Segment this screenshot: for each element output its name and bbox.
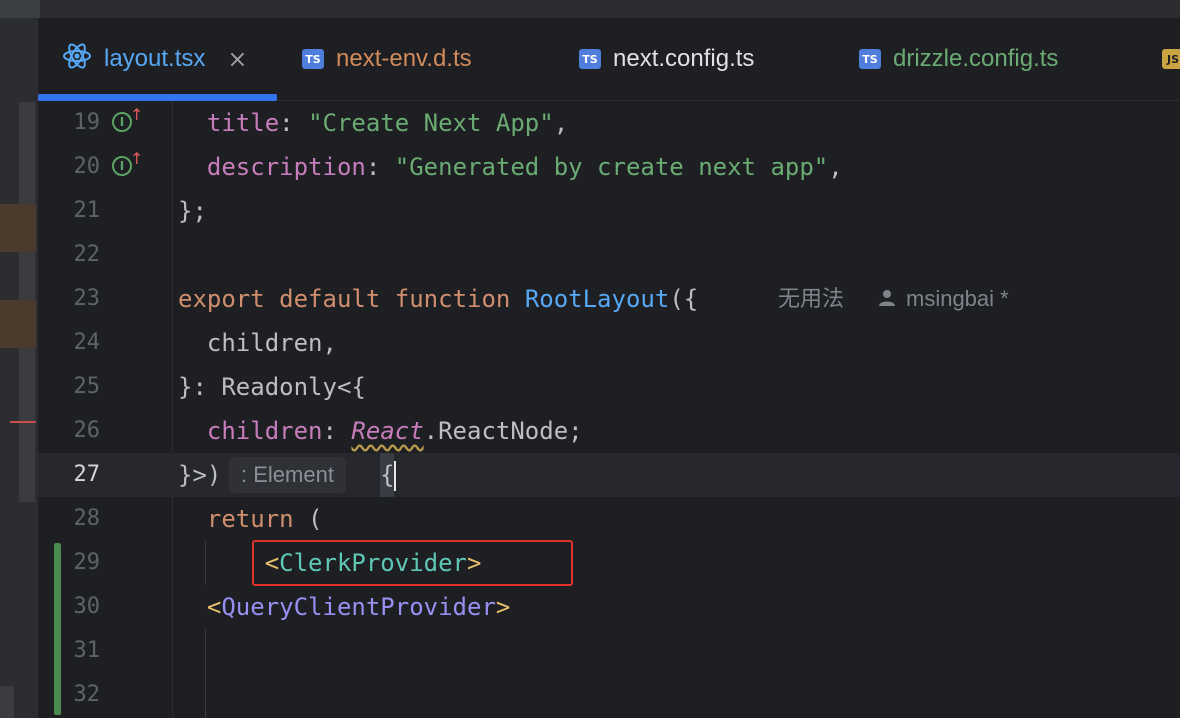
line-number: 23 [73,286,101,311]
code-text: title: "Create Next App", [206,109,569,137]
ts-file-icon: TS [302,49,324,69]
code-line-30: 30 <QueryClientProvider> [38,585,1180,629]
tab-next-config[interactable]: TS next.config.ts [579,18,754,100]
tab-label: next.config.ts [613,45,755,72]
code-line-27: 27 }>) : Element { [38,453,1180,497]
code-text: children, [206,329,337,357]
line-number: 26 [73,418,101,443]
code-line-21: 21 }; [38,189,1180,233]
code-line-26: 26 children: React.ReactNode; [38,409,1180,453]
line-number: 24 [73,330,101,355]
tab-label: next-env.d.ts [336,45,472,72]
code-text: }; [178,197,207,225]
line-number: 25 [73,374,101,399]
tab-label: drizzle.config.ts [893,45,1059,72]
line-number: 21 [73,198,101,223]
type-hint[interactable]: : Element [229,457,346,493]
author-name: msingbai * [906,286,1009,311]
tab-drizzle-config[interactable]: TS drizzle.config.ts [859,18,1058,100]
code-line-31: 31 [38,629,1180,673]
code-text: return ( [206,505,323,533]
code-text: { [380,453,397,497]
error-marker [10,421,36,423]
code-text: description: "Generated by create next a… [206,153,843,181]
left-tool-strip [0,18,38,718]
editor-tab-bar: layout.tsx × TS next-env.d.ts TS next.co… [38,18,1180,101]
code-editor[interactable]: 19 I ↑ title: "Create Next App", 20 I ↑ … [38,101,1180,718]
code-line-24: 24 children, [38,321,1180,365]
arrow-up-icon: ↑ [130,105,144,124]
window-top-strip [0,0,1180,18]
code-line-22: 22 [38,233,1180,277]
ts-file-icon: TS [579,49,601,69]
line-number: 29 [73,550,101,575]
line-number: 27 [73,462,101,487]
close-icon[interactable]: × [227,45,247,73]
scroll-thumb[interactable] [0,686,14,718]
arrow-up-icon: ↑ [130,149,144,168]
code-text: children: React.ReactNode; [206,417,583,445]
implements-icon[interactable]: I [112,156,132,176]
code-line-23: 23 export default function RootLayout({ … [38,277,1180,321]
code-text: <QueryClientProvider> [206,593,511,621]
code-line-25: 25 }: Readonly<{ [38,365,1180,409]
code-line-20: 20 I ↑ description: "Generated by create… [38,145,1180,189]
line-number: 30 [73,594,101,619]
tab-next-env[interactable]: TS next-env.d.ts [302,18,472,100]
js-file-icon: JS [1162,49,1180,69]
line-number: 28 [73,506,101,531]
ts-file-icon: TS [859,49,881,69]
tab-label: layout.tsx [104,45,206,72]
line-number: 31 [73,638,101,663]
text-caret [394,461,397,491]
person-icon [878,278,896,322]
marker-band [0,300,36,348]
implements-icon[interactable]: I [112,112,132,132]
code-line-28: 28 return ( [38,497,1180,541]
tab-layout-tsx[interactable]: layout.tsx × [62,18,248,100]
line-number: 32 [73,682,101,707]
code-line-19: 19 I ↑ title: "Create Next App", [38,101,1180,145]
tab-js-file[interactable]: JS [1162,18,1180,100]
code-text: export default function RootLayout({ [178,285,699,313]
code-text: }: Readonly<{ [178,373,366,401]
window-top-segment [0,0,40,18]
code-text: }>) [178,461,222,489]
active-tab-indicator [38,94,277,101]
author-hint[interactable]: msingbai * [878,277,1009,322]
react-icon [62,42,92,77]
line-number: 20 [73,154,101,179]
code-line-32: 32 [38,673,1180,717]
line-number: 19 [73,110,101,135]
usages-hint[interactable]: 无用法 [778,277,844,321]
highlight-annotation-box [252,540,573,586]
line-number: 22 [73,242,101,267]
code-line-29: 29 <ClerkProvider> [38,541,1180,585]
marker-band [0,204,36,252]
